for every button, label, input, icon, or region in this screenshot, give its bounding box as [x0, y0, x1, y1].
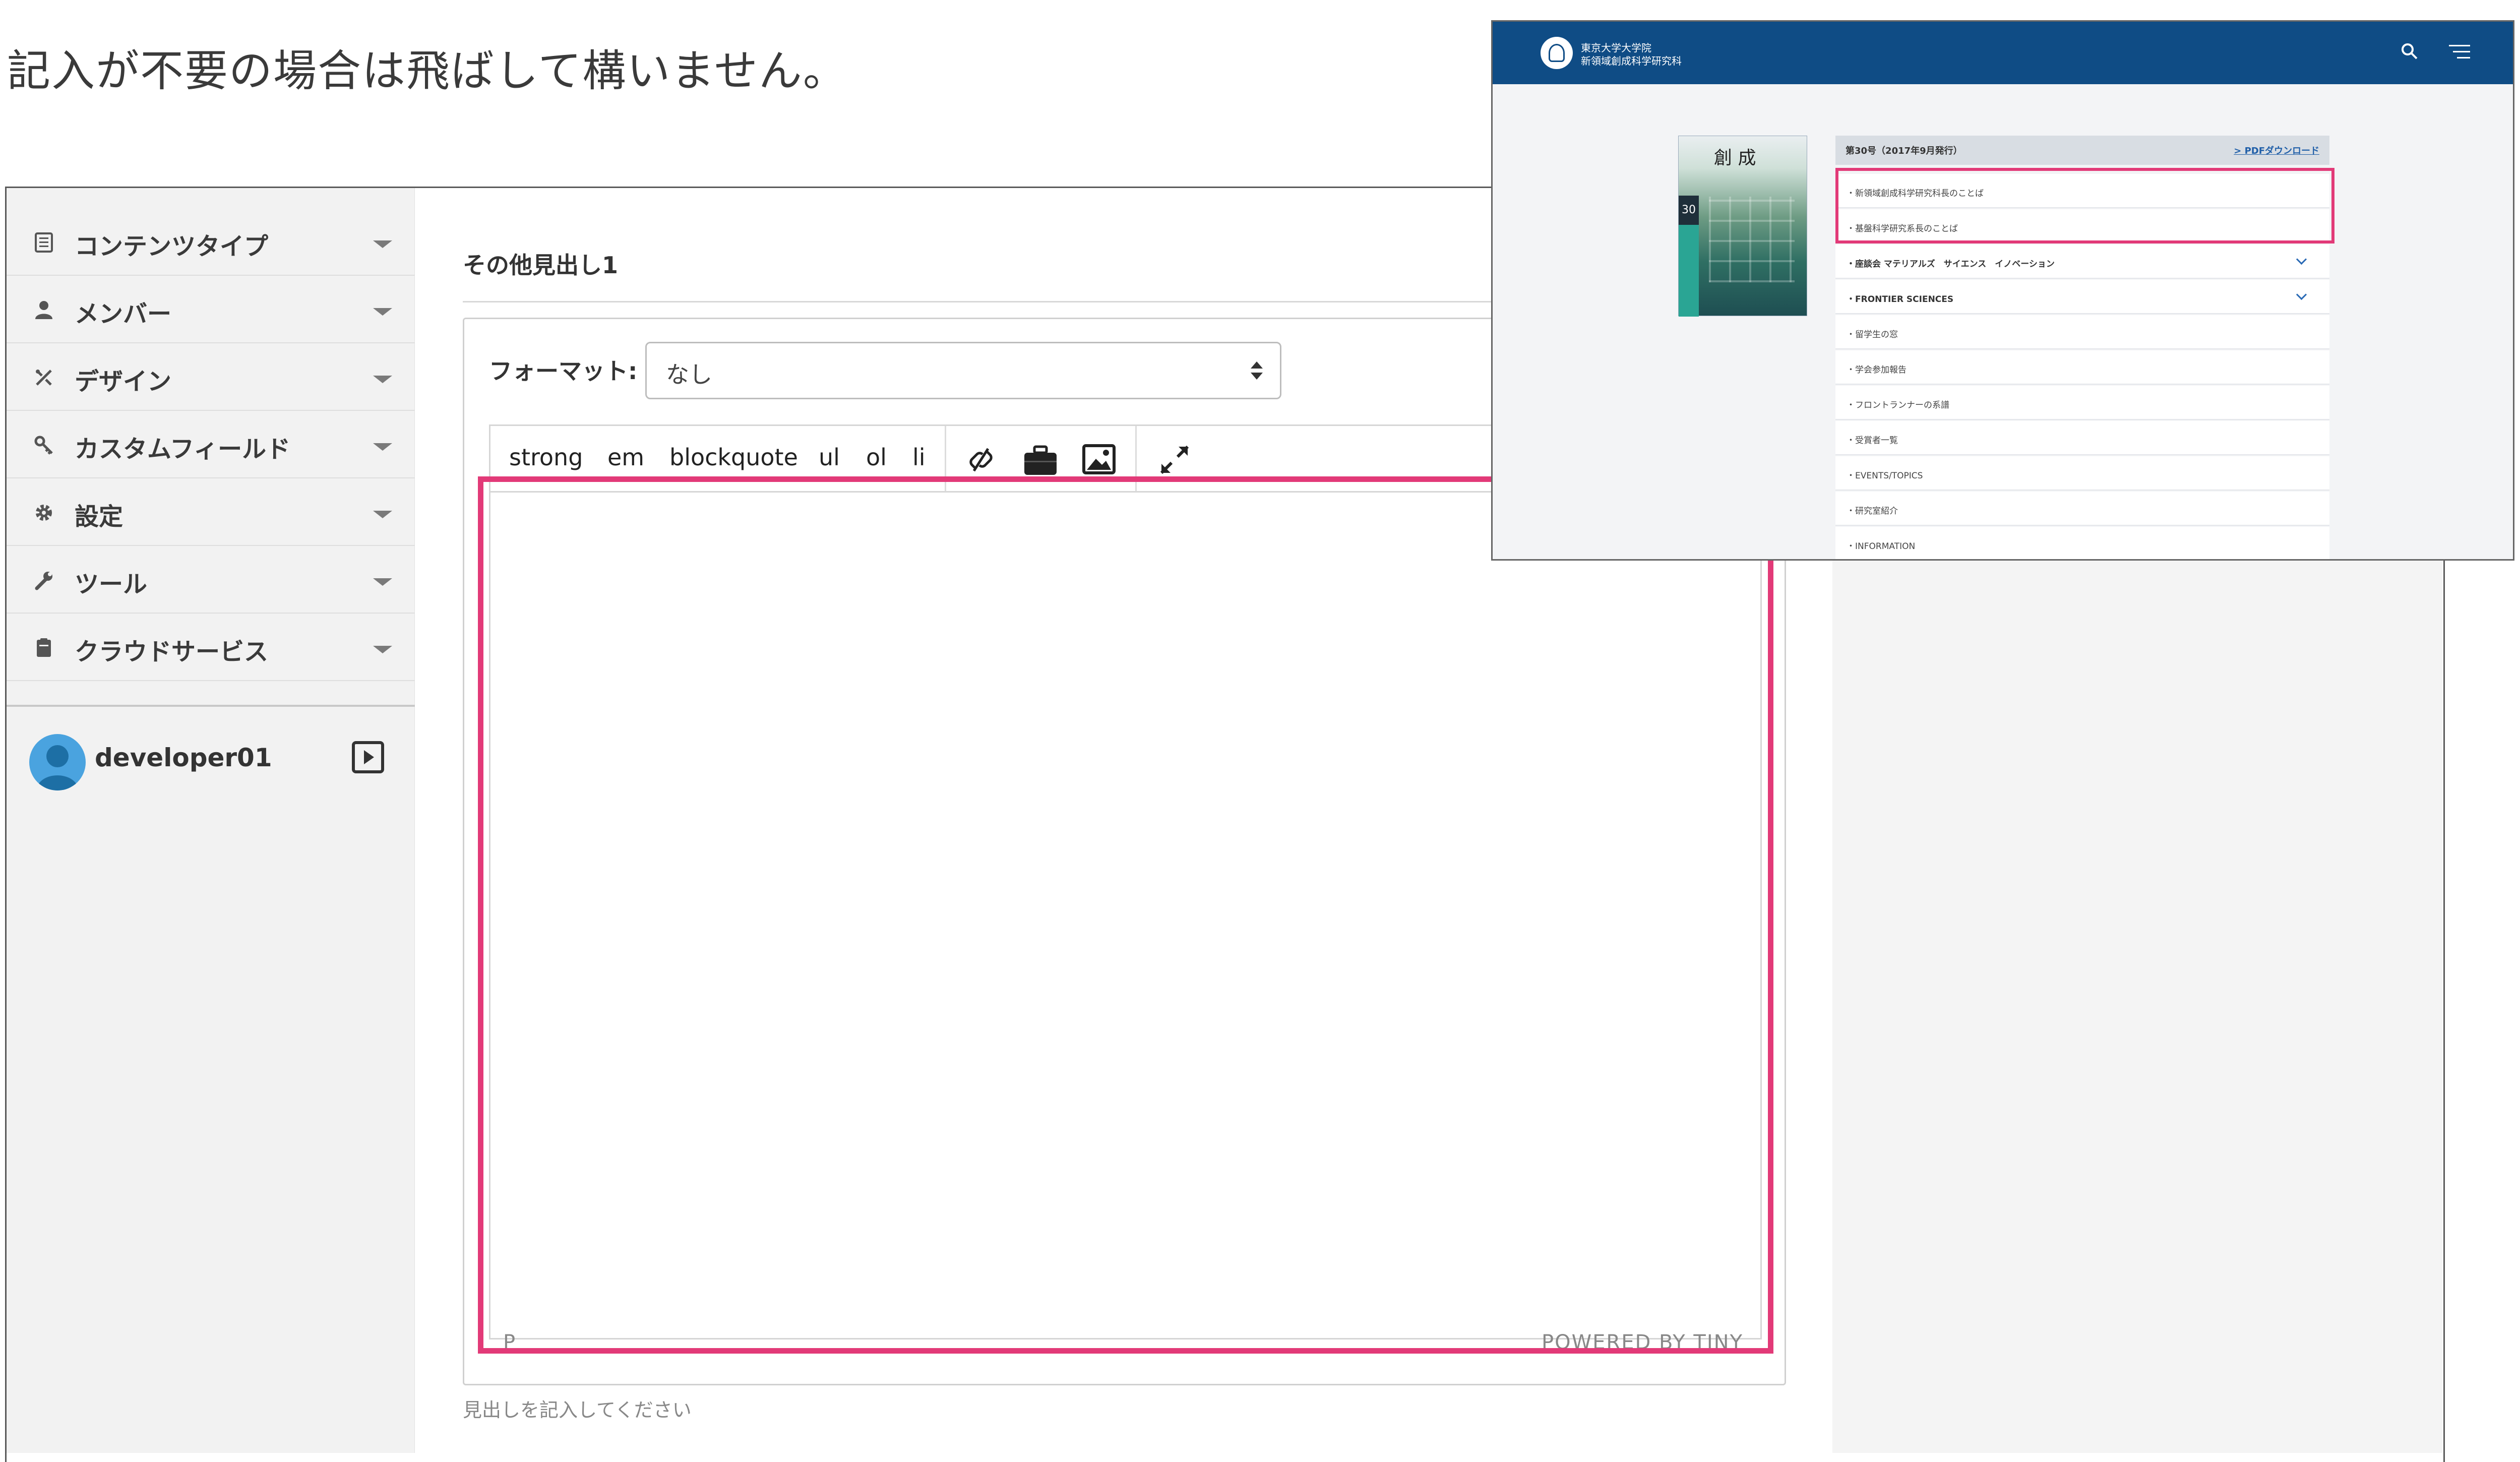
logout-icon[interactable] — [352, 741, 384, 773]
divider — [463, 301, 1511, 302]
format-select-value: なし — [666, 361, 712, 388]
issue-title: 第30号（2017年9月発行） — [1846, 146, 1962, 156]
design-tools-icon — [33, 367, 55, 389]
toolbar-li-button[interactable]: li — [912, 444, 926, 471]
briefcase-icon[interactable] — [1020, 440, 1061, 480]
reference-screenshot: 東京大学大学院 新領域創成科学研究科 創 成 30 第30号（2017年9月発行… — [1491, 20, 2514, 561]
list-item-label: ・FRONTIER SCIENCES — [1847, 294, 1954, 304]
issue-header: 第30号（2017年9月発行） > PDFダウンロード — [1835, 136, 2329, 165]
fullscreen-icon[interactable] — [1154, 440, 1195, 480]
cover-title: 創 成 — [1714, 148, 1756, 168]
sidebar-item-label: カスタムフィールド — [75, 435, 291, 463]
sidebar-item-tools[interactable]: ツール — [7, 546, 415, 614]
instruction-text: 記入が不要の場合は飛ばして構いません。 — [7, 46, 847, 96]
gear-icon — [33, 502, 55, 524]
avatar[interactable] — [29, 734, 86, 790]
list-item-label: ・フロントランナーの系譜 — [1847, 400, 1949, 410]
list-item[interactable]: ・INFORMATION — [1835, 527, 2329, 559]
select-down-arrow-icon — [1251, 373, 1263, 380]
field-title: その他見出し1 — [463, 252, 619, 279]
cover-window-photo — [1709, 197, 1795, 282]
caret-down-icon — [373, 578, 392, 586]
sidebar-item-label: コンテンツタイプ — [75, 232, 269, 261]
right-panel — [1832, 555, 2442, 1453]
magazine-cover[interactable]: 創 成 30 — [1678, 136, 1807, 317]
document-icon — [33, 231, 55, 254]
clipboard-icon — [33, 637, 55, 659]
menu-icon[interactable] — [2449, 44, 2470, 60]
highlight-box — [478, 476, 1773, 1354]
wrench-icon — [33, 569, 55, 591]
cover-issue-number: 30 — [1679, 196, 1699, 225]
format-label: フォーマット: — [489, 357, 638, 385]
caret-down-icon — [373, 376, 392, 383]
cover-stripe — [1679, 225, 1699, 317]
pdf-download-link[interactable]: > PDFダウンロード — [2234, 144, 2319, 157]
format-select[interactable]: なし — [645, 342, 1281, 399]
sidebar-divider — [7, 705, 415, 707]
sidebar-item-label: メンバー — [75, 300, 172, 328]
tree-logo-icon — [1541, 37, 1573, 69]
list-item-label: ・座談会 マテリアルズ サイエンス イノベーション — [1847, 259, 2055, 269]
list-item[interactable]: ・受賞者一覧 — [1835, 421, 2329, 455]
list-item-label: ・研究室紹介 — [1847, 506, 1898, 516]
caret-down-icon — [373, 511, 392, 518]
caret-down-icon — [373, 308, 392, 316]
list-item-label: ・受賞者一覧 — [1847, 436, 1898, 446]
toolbar-em-button[interactable]: em — [607, 444, 644, 471]
chevron-down-icon — [2296, 289, 2307, 300]
toolbar-ul-button[interactable]: ul — [819, 444, 840, 471]
user-name: developer01 — [95, 743, 272, 772]
select-up-arrow-icon — [1251, 361, 1263, 369]
image-icon[interactable] — [1079, 440, 1119, 480]
toolbar-blockquote-button[interactable]: blockquote — [669, 444, 798, 471]
caret-down-icon — [373, 646, 392, 653]
sidebar-item-members[interactable]: メンバー — [7, 276, 415, 343]
help-text: 見出しを記入してください — [463, 1399, 692, 1421]
site-brand-line1: 東京大学大学院 — [1581, 42, 1651, 54]
sidebar-item-label: クラウドサービス — [75, 638, 269, 666]
keys-icon — [33, 434, 55, 456]
list-item[interactable]: ・FRONTIER SCIENCES — [1835, 280, 2329, 314]
list-item-label: ・留学生の窓 — [1847, 330, 1898, 340]
list-item[interactable]: ・留学生の窓 — [1835, 315, 2329, 349]
list-item[interactable]: ・座談会 マテリアルズ サイエンス イノベーション — [1835, 245, 2329, 279]
sidebar-item-custom-field[interactable]: カスタムフィールド — [7, 411, 415, 478]
list-item-label: ・学会参加報告 — [1847, 365, 1907, 375]
list-item[interactable]: ・EVENTS/TOPICS — [1835, 456, 2329, 491]
sidebar-item-label: ツール — [75, 570, 148, 598]
sidebar-item-label: 設定 — [75, 503, 124, 531]
toolbar-strong-button[interactable]: strong — [509, 444, 583, 471]
link-icon[interactable] — [961, 440, 1001, 480]
sidebar-item-content-type[interactable]: コンテンツタイプ — [7, 208, 415, 276]
highlight-box — [1835, 168, 2334, 243]
toolbar-ol-button[interactable]: ol — [866, 444, 887, 471]
sidebar-item-design[interactable]: デザイン — [7, 343, 415, 411]
list-item-label: ・INFORMATION — [1847, 541, 1916, 552]
person-icon — [33, 299, 55, 321]
caret-down-icon — [373, 443, 392, 451]
chevron-down-icon — [2296, 254, 2307, 265]
list-item[interactable]: ・フロントランナーの系譜 — [1835, 386, 2329, 420]
sidebar-item-cloud-service[interactable]: クラウドサービス — [7, 614, 415, 681]
list-item[interactable]: ・学会参加報告 — [1835, 350, 2329, 385]
list-item[interactable]: ・研究室紹介 — [1835, 492, 2329, 526]
search-icon[interactable] — [2400, 42, 2418, 60]
caret-down-icon — [373, 240, 392, 248]
sidebar-item-settings[interactable]: 設定 — [7, 478, 415, 546]
site-brand-line2: 新領域創成科学研究科 — [1581, 55, 1682, 67]
list-item-label: ・EVENTS/TOPICS — [1847, 471, 1923, 481]
sidebar-item-label: デザイン — [75, 368, 172, 396]
